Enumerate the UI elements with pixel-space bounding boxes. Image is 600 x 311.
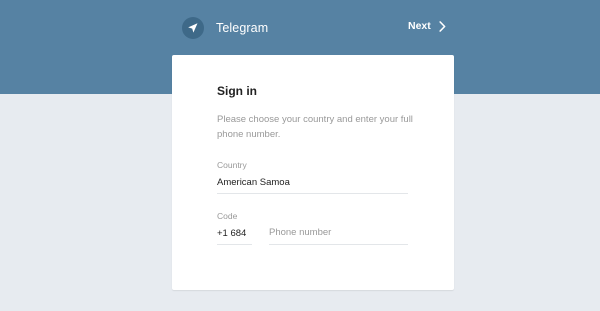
signin-card: Sign in Please choose your country and e… (172, 55, 454, 290)
signin-description: Please choose your country and enter you… (217, 114, 413, 140)
code-label: Code (217, 211, 238, 221)
brand-name: Telegram (216, 21, 269, 35)
paper-plane-icon (182, 17, 204, 39)
phone-underline (269, 244, 408, 245)
country-label: Country (217, 160, 247, 170)
chevron-right-icon (439, 20, 446, 32)
code-underline (217, 244, 252, 245)
country-select[interactable]: American Samoa (217, 177, 408, 188)
country-underline (217, 193, 408, 194)
next-button-label: Next (408, 20, 431, 32)
next-button[interactable]: Next (408, 20, 446, 32)
brand-link[interactable]: Telegram (182, 17, 268, 39)
phone-number-field[interactable] (269, 221, 407, 243)
page-title: Sign in (217, 84, 257, 98)
code-field[interactable]: +1 684 (217, 228, 252, 239)
